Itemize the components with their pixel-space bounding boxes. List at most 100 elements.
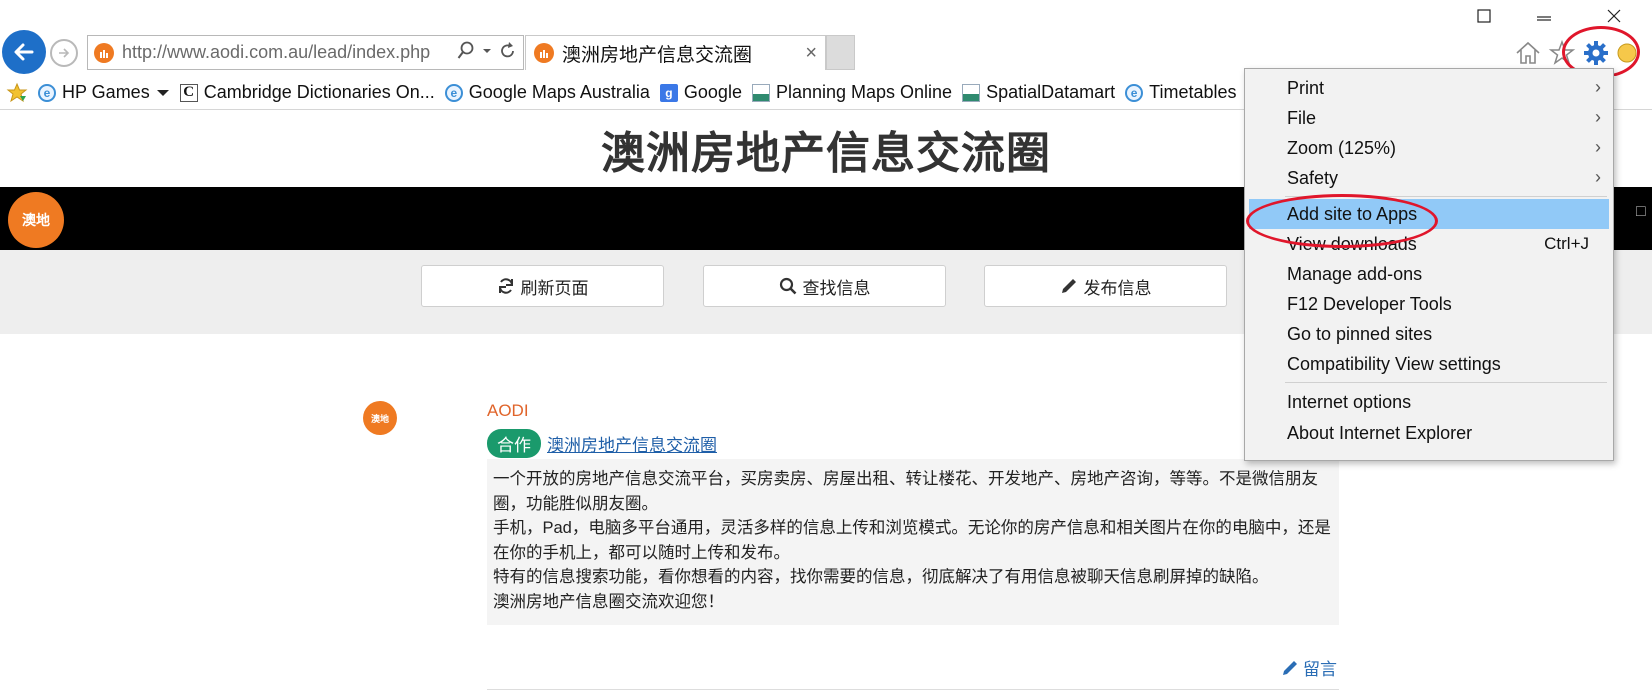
post-paragraph: 特有的信息搜索功能，看你想看的内容，找你需要的信息，彻底解决了有用信息被聊天信息…	[493, 568, 1269, 586]
fav-item-cambridge[interactable]: C Cambridge Dictionaries On...	[179, 82, 435, 103]
menu-item-internet-options[interactable]: Internet options	[1245, 387, 1613, 417]
smiley-icon	[1617, 43, 1637, 63]
submenu-arrow-icon: ›	[1595, 167, 1601, 187]
fav-item-google[interactable]: g Google	[659, 82, 742, 103]
fav-label: Cambridge Dictionaries On...	[203, 82, 435, 102]
menu-label: View downloads	[1287, 233, 1417, 254]
post-body: 一个开放的房地产信息交流平台，买房卖房、房屋出租、转让楼花、开发地产、房地产咨询…	[487, 459, 1339, 625]
restore-control-wrapper	[1524, 2, 1564, 30]
avatar[interactable]: 澳地	[363, 401, 397, 435]
category-badge[interactable]: 合作	[487, 429, 541, 458]
favorites-center-button[interactable]	[6, 82, 28, 104]
menu-item-zoom[interactable]: Zoom (125%) ›	[1245, 133, 1613, 163]
land-icon	[751, 83, 770, 102]
land-icon	[962, 83, 981, 102]
star-icon	[1548, 39, 1576, 65]
menu-label: File	[1287, 107, 1317, 128]
back-arrow-icon	[14, 43, 34, 61]
menu-label: About Internet Explorer	[1287, 422, 1473, 443]
menu-label: Safety	[1287, 167, 1339, 188]
menu-separator	[1285, 382, 1607, 383]
address-bar[interactable]: http://www.aodi.com.au/lead/index.php	[87, 35, 524, 70]
pencil-icon	[1283, 660, 1297, 675]
forward-button[interactable]	[50, 39, 78, 67]
post-paragraph: 一个开放的房地产信息交流平台，买房卖房、房屋出租、转让楼花、开发地产、房地产咨询…	[493, 470, 1318, 513]
menu-label: Internet options	[1287, 391, 1412, 412]
fav-label: Google	[683, 82, 742, 102]
site-favicon-icon	[94, 42, 114, 63]
chevron-down-icon	[156, 89, 169, 96]
ie-page-icon: e	[1125, 83, 1144, 102]
tools-dropdown-menu: Print › File › Zoom (125%) › Safety › Ad…	[1244, 68, 1614, 461]
reply-button[interactable]: 留言	[1281, 655, 1337, 680]
close-icon	[1607, 9, 1621, 23]
divider	[487, 689, 1339, 690]
menu-item-compat-view[interactable]: Compatibility View settings	[1245, 349, 1613, 379]
header-right-glyph-icon: □	[1636, 203, 1646, 220]
menu-label: Print	[1287, 77, 1325, 98]
pencil-icon	[1061, 279, 1076, 293]
search-info-label: 查找信息	[802, 278, 871, 298]
tab-title: 澳洲房地产信息交流圈	[562, 44, 753, 66]
tools-button[interactable]	[1580, 37, 1612, 69]
tab-close-icon[interactable]: ×	[805, 42, 817, 65]
restore-button[interactable]	[1464, 2, 1504, 30]
fav-item-hp-games[interactable]: e HP Games	[38, 82, 170, 103]
menu-item-file[interactable]: File ›	[1245, 103, 1613, 133]
new-tab-button[interactable]	[826, 35, 855, 70]
home-button[interactable]	[1512, 37, 1544, 69]
post-title-link[interactable]: 澳洲房地产信息交流圈	[547, 431, 717, 456]
search-icon[interactable]	[457, 41, 475, 61]
post-paragraph: 澳洲房地产信息圈交流欢迎您！	[493, 592, 724, 611]
menu-label: Add site to Apps	[1287, 203, 1418, 224]
menu-item-f12-dev-tools[interactable]: F12 Developer Tools	[1245, 289, 1613, 319]
refresh-icon[interactable]	[499, 41, 517, 61]
favorites-button[interactable]	[1546, 37, 1578, 69]
close-window-button[interactable]	[1594, 2, 1634, 30]
menu-item-manage-addons[interactable]: Manage add-ons	[1245, 259, 1613, 289]
tab-active[interactable]: 澳洲房地产信息交流圈 ×	[525, 35, 826, 70]
restore-icon	[1477, 9, 1491, 23]
menu-item-view-downloads[interactable]: View downloads Ctrl+J	[1245, 229, 1613, 259]
fav-item-planning-maps[interactable]: Planning Maps Online	[751, 82, 953, 103]
tab-favicon-icon	[534, 43, 554, 63]
menu-item-pinned-sites[interactable]: Go to pinned sites	[1245, 319, 1613, 349]
fav-label: HP Games	[62, 82, 150, 102]
menu-label: Zoom (125%)	[1287, 137, 1397, 158]
submenu-arrow-icon: ›	[1595, 137, 1601, 157]
publish-info-label: 发布信息	[1083, 278, 1152, 298]
fav-label: Timetables	[1149, 82, 1237, 102]
url-text[interactable]: http://www.aodi.com.au/lead/index.php	[122, 42, 430, 63]
smiley-feedback-button[interactable]	[1614, 37, 1640, 69]
search-icon	[779, 277, 796, 295]
menu-label: F12 Developer Tools	[1287, 293, 1452, 314]
fav-label: Planning Maps Online	[775, 82, 953, 102]
fav-label: SpatialDatamart	[986, 82, 1116, 102]
publish-info-button[interactable]: 发布信息	[984, 265, 1227, 307]
favorites-star-icon	[6, 82, 28, 102]
gear-icon	[1584, 41, 1608, 65]
reply-label: 留言	[1303, 660, 1337, 679]
post-author[interactable]: AODI	[487, 401, 529, 421]
dropdown-arrow-icon[interactable]	[481, 46, 493, 56]
post-tag-row: 合作 澳洲房地产信息交流圈	[487, 429, 717, 458]
menu-item-safety[interactable]: Safety ›	[1245, 163, 1613, 193]
refresh-page-button[interactable]: 刷新页面	[421, 265, 664, 307]
menu-item-add-site-to-apps[interactable]: Add site to Apps	[1249, 199, 1609, 229]
submenu-arrow-icon: ›	[1595, 77, 1601, 97]
fav-item-google-maps[interactable]: e Google Maps Australia	[444, 82, 650, 103]
post-paragraph: 手机，Pad，电脑多平台通用，灵活多样的信息上传和浏览模式。无论你的房产信息和相…	[493, 519, 1331, 562]
menu-item-about-ie[interactable]: About Internet Explorer	[1245, 418, 1613, 448]
back-button[interactable]	[2, 30, 46, 74]
menu-item-print[interactable]: Print ›	[1245, 73, 1613, 103]
fav-item-spatialdatamart[interactable]: SpatialDatamart	[962, 82, 1115, 103]
site-logo[interactable]: 澳地	[8, 192, 64, 248]
fav-label: Google Maps Australia	[468, 82, 650, 102]
shortcut-label: Ctrl+J	[1544, 234, 1589, 253]
menu-label: Compatibility View settings	[1287, 353, 1501, 374]
fav-item-timetables[interactable]: e Timetables	[1125, 82, 1237, 103]
menu-separator	[1285, 196, 1607, 197]
refresh-icon	[498, 278, 513, 294]
menu-label: Go to pinned sites	[1287, 323, 1433, 344]
search-info-button[interactable]: 查找信息	[703, 265, 946, 307]
